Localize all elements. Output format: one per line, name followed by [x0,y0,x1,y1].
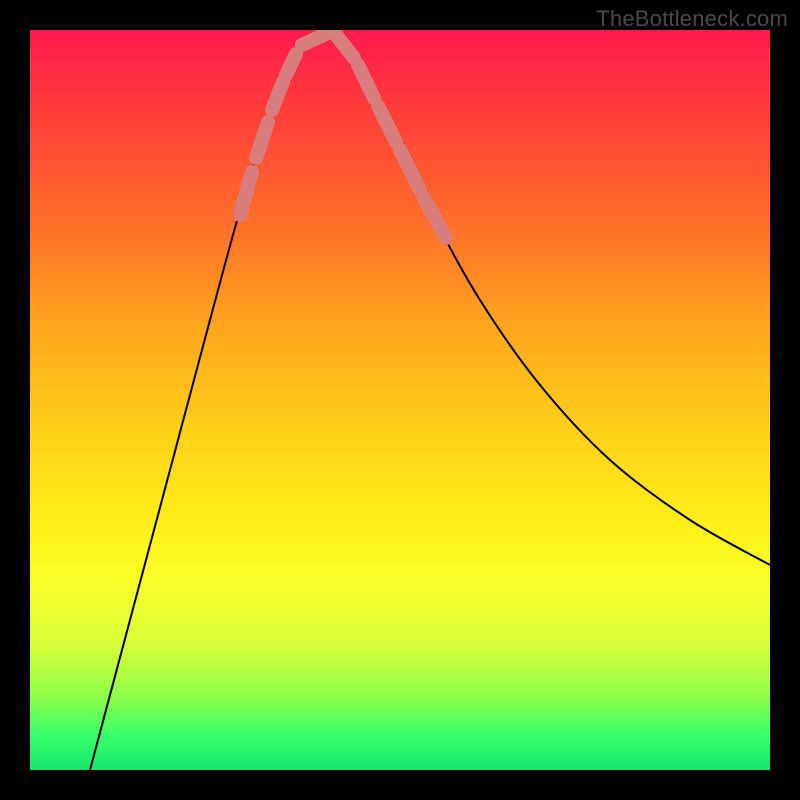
bottleneck-curve-right [325,30,770,565]
chart-frame: TheBottleneck.com [0,0,800,800]
marker-group [240,32,446,238]
marker-segment [378,106,396,142]
marker-segment [358,65,374,98]
marker-segment [286,54,296,75]
marker-segment [336,35,354,58]
marker-segment [302,32,330,45]
plot-area [30,30,770,770]
marker-segment [400,150,420,190]
bottleneck-curve-left [90,30,325,770]
watermark-text: TheBottleneck.com [596,6,788,32]
chart-svg [30,30,770,770]
marker-segment [256,122,268,158]
marker-segment [424,198,446,238]
marker-segment [272,82,283,110]
marker-segment [240,172,252,215]
